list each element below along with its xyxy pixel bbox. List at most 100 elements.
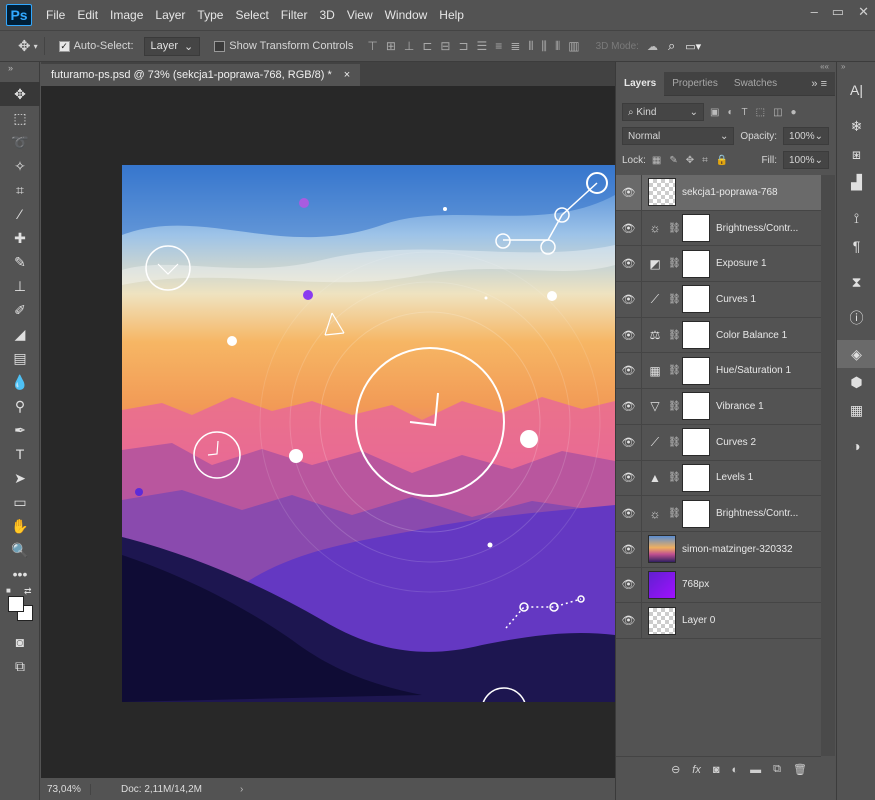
menu-image[interactable]: Image [104, 0, 149, 30]
rectangle-tool[interactable]: ▭ [0, 490, 40, 514]
distribute-bottom-icon[interactable]: ≣ [510, 39, 520, 54]
swap-colors-icon[interactable]: ⇄ [24, 586, 32, 597]
menu-layer[interactable]: Layer [149, 0, 191, 30]
layer-row[interactable]: 👁 ☼ ⛓ Brightness/Contr... [616, 496, 821, 532]
quick-mask-tool[interactable]: ◙ [0, 630, 40, 654]
status-menu-arrow[interactable]: › [240, 784, 243, 795]
path-select-tool[interactable]: ➤ [0, 466, 40, 490]
align-hcenter-icon[interactable]: ⊟ [440, 39, 450, 54]
layers-scrollbar[interactable] [821, 175, 835, 756]
3d-orbit-icon[interactable]: ☁ [647, 40, 658, 53]
visibility-eye-icon[interactable]: 👁 [616, 353, 642, 389]
eyedropper-tool[interactable]: ⁄ [0, 202, 40, 226]
info-panel-icon[interactable]: ⓘ [837, 304, 875, 332]
tab-layers[interactable]: Layers [616, 71, 665, 96]
lock-all-icon[interactable]: 🔒 [716, 155, 728, 166]
layer-row[interactable]: 👁 ▽ ⛓ Vibrance 1 [616, 389, 821, 425]
visibility-eye-icon[interactable]: 👁 [616, 210, 642, 246]
visibility-eye-icon[interactable]: 👁 [616, 175, 642, 210]
panel-collapse-icon[interactable]: «« [616, 62, 835, 72]
layers-panel-icon[interactable]: ◈ [837, 340, 875, 368]
close-tab-icon[interactable]: × [344, 69, 350, 81]
layer-row[interactable]: 👁 ⟋ ⛓ Curves 2 [616, 424, 821, 461]
default-colors-icon[interactable]: ■ [6, 586, 11, 595]
visibility-eye-icon[interactable]: 👁 [616, 460, 642, 496]
character-panel-icon[interactable]: A| [837, 76, 875, 104]
foreground-color[interactable] [8, 596, 24, 612]
menu-select[interactable]: Select [229, 0, 274, 30]
new-layer-icon[interactable]: ⧉ [773, 763, 781, 776]
visibility-eye-icon[interactable]: 👁 [616, 389, 642, 424]
menu-edit[interactable]: Edit [71, 0, 104, 30]
eraser-tool[interactable]: ◢ [0, 322, 40, 346]
layer-row[interactable]: 👁 Layer 0 [616, 603, 821, 639]
menu-filter[interactable]: Filter [275, 0, 314, 30]
align-right-icon[interactable]: ⊐ [458, 39, 468, 54]
auto-select-checkbox[interactable]: ✓ [58, 40, 70, 52]
tab-properties[interactable]: Properties [664, 72, 726, 96]
align-vcenter-icon[interactable]: ⊞ [386, 39, 396, 54]
tab-swatches[interactable]: Swatches [726, 72, 785, 96]
visibility-eye-icon[interactable]: 👁 [616, 317, 642, 353]
pen-tool[interactable]: ✒ [0, 418, 40, 442]
align-top-icon[interactable]: ⊤ [367, 39, 377, 54]
blur-tool[interactable]: 💧 [0, 370, 40, 394]
workspace-icon[interactable]: ▭▾ [685, 40, 701, 53]
menu-type[interactable]: Type [191, 0, 229, 30]
menu-help[interactable]: Help [433, 0, 470, 30]
filter-toggle-icon[interactable]: ● [791, 107, 797, 118]
zoom-level[interactable]: 73,04% [41, 783, 91, 795]
blend-mode-dropdown[interactable]: Normal ⌄ [622, 127, 735, 145]
layer-row[interactable]: 👁 ⟋ ⛓ Curves 1 [616, 282, 821, 318]
fx-icon[interactable]: fx [692, 764, 701, 776]
distribute-right-icon[interactable]: ⦀ [555, 39, 560, 54]
more-tools[interactable]: ••• [0, 562, 40, 586]
visibility-eye-icon[interactable]: 👁 [616, 496, 642, 531]
type-filter-icon[interactable]: T [742, 107, 748, 118]
link-layers-icon[interactable]: ⊖ [671, 763, 680, 776]
artwork-image[interactable] [122, 165, 615, 702]
new-group-icon[interactable]: ▬ [750, 764, 761, 776]
menu-file[interactable]: File [40, 0, 71, 30]
maximize-button[interactable]: ▭ [832, 4, 844, 20]
lock-position-icon[interactable]: ✥ [686, 155, 694, 166]
visibility-eye-icon[interactable]: 👁 [616, 603, 642, 638]
document-tab[interactable]: futuramo-ps.psd @ 73% (sekcja1-poprawa-7… [41, 64, 361, 86]
opacity-input[interactable]: 100% ⌄ [783, 127, 829, 145]
menu-window[interactable]: Window [379, 0, 434, 30]
brush-tool[interactable]: ✎ [0, 250, 40, 274]
fill-input[interactable]: 100% ⌄ [783, 151, 829, 169]
adjustments-panel-icon[interactable]: ◑ [837, 432, 875, 460]
crop-tool[interactable]: ⌗ [0, 178, 40, 202]
distribute-left-icon[interactable]: ⫴ [528, 39, 533, 54]
distribute-vcenter-icon[interactable]: ≡ [495, 39, 502, 54]
move-tool-preset[interactable]: ✥ ▾ [18, 37, 38, 55]
minimize-button[interactable]: – [811, 4, 818, 20]
pixel-filter-icon[interactable]: ▣ [710, 107, 719, 118]
distribute-top-icon[interactable]: ☰ [477, 39, 488, 54]
histogram-panel-icon[interactable]: ▟ [837, 168, 875, 196]
history-brush-tool[interactable]: ✐ [0, 298, 40, 322]
align-left-icon[interactable]: ⊏ [422, 39, 432, 54]
3d-panel-icon[interactable]: ⬢ [837, 368, 875, 396]
collapse-icon[interactable]: » [0, 62, 39, 82]
layer-row[interactable]: 👁 768px [616, 567, 821, 604]
paths-panel-icon[interactable]: ⟟ [837, 204, 875, 232]
menu-3d[interactable]: 3D [313, 0, 340, 30]
visibility-eye-icon[interactable]: 👁 [616, 531, 642, 567]
canvas-area[interactable] [41, 86, 615, 778]
actions-panel-icon[interactable]: ⧆ [837, 140, 875, 168]
layer-row[interactable]: 👁 ◩ ⛓ Exposure 1 [616, 246, 821, 283]
close-button[interactable]: ✕ [858, 4, 869, 20]
layer-row[interactable]: 👁 ⚖ ⛓ Color Balance 1 [616, 317, 821, 354]
panel-menu-icon[interactable]: » ≡ [811, 78, 835, 90]
auto-align-icon[interactable]: ▥ [568, 39, 579, 54]
stamp-tool[interactable]: ⊥ [0, 274, 40, 298]
smart-object-filter-icon[interactable]: ◫ [773, 107, 782, 118]
auto-select-dropdown[interactable]: Layer ⌄ [143, 36, 201, 56]
gradient-tool[interactable]: ▤ [0, 346, 40, 370]
filter-kind-dropdown[interactable]: ⌕ Kind ⌄ [622, 103, 704, 121]
show-transform-checkbox[interactable] [214, 40, 226, 52]
shape-filter-icon[interactable]: ⬚ [756, 107, 765, 118]
visibility-eye-icon[interactable]: 👁 [616, 246, 642, 282]
